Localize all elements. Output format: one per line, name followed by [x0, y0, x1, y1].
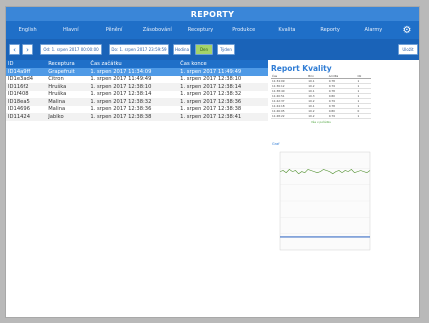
table-row[interactable]: ID116f2 Hruška 1. srpen 2017 12:38:10 1.…: [6, 83, 268, 91]
cell-recipe: Malina: [48, 106, 66, 113]
report-row: 11:48:22 10.2 0.79 1: [271, 113, 371, 119]
day-button[interactable]: Den: [195, 44, 213, 55]
cell-end: 1. srpen 2017 12:38:36: [178, 98, 268, 106]
cell-start: 1. srpen 2017 12:38:10: [88, 83, 179, 91]
report-cell: 10.2: [307, 113, 328, 119]
cell-start: 1. srpen 2017 12:38:32: [88, 98, 179, 106]
table-row[interactable]: ID11424 Jablko 1. srpen 2017 12:38:38 1.…: [6, 113, 268, 121]
cell-recipe: Jablko: [46, 113, 89, 121]
cell-id: ID14a9ff: [6, 68, 47, 76]
table-row[interactable]: ID1e3ad4 Citron 1. srpen 2017 11:49:49 1…: [6, 76, 268, 84]
cell-start: 1. srpen 2017 12:38:36: [90, 106, 152, 113]
batch-grid: ID Receptura Čas začátku Čas konce ID14a…: [6, 60, 268, 121]
col-end-time[interactable]: Čas konce: [178, 60, 268, 68]
col-recipe[interactable]: Receptura: [46, 60, 89, 68]
report-cell: 1: [356, 113, 371, 119]
table-row[interactable]: ID14a9ff Grapefruit 1. srpen 2017 11:34:…: [6, 68, 268, 76]
next-button[interactable]: ›: [22, 44, 33, 55]
date-from-button[interactable]: Od: 1. srpen 2017 00:00:00: [40, 44, 102, 55]
cell-recipe: Hruška: [46, 83, 89, 91]
cell-recipe: Grapefruit: [46, 68, 89, 76]
table-row[interactable]: ID14696 Malina 1. srpen 2017 12:38:36 1.…: [6, 106, 268, 114]
table-row[interactable]: ID1f408 Hruška 1. srpen 2017 12:38:14 1.…: [6, 91, 268, 99]
menu-alarms[interactable]: Alarmy: [352, 27, 395, 33]
hour-button[interactable]: Hodina: [173, 44, 191, 55]
report-status: Vše v pořádku: [311, 120, 331, 124]
cell-recipe: Citron: [48, 76, 64, 83]
content-area: ID Receptura Čas začátku Čas konce ID14a…: [6, 60, 419, 317]
toolbar: ‹ › Od: 1. srpen 2017 00:00:00 Do: 1. sr…: [6, 39, 419, 60]
cell-id: ID1e3ad4: [8, 76, 34, 83]
cell-end: 1. srpen 2017 12:38:14: [178, 83, 268, 91]
cell-id: ID116f2: [6, 83, 47, 91]
app-title: REPORTY: [6, 7, 419, 21]
col-start-time[interactable]: Čas začátku: [88, 60, 179, 68]
menu-language[interactable]: English: [6, 27, 49, 33]
report-title: Report Kvality: [271, 64, 332, 73]
report-table: Čas Brix Acidita Ok 11:34:09 10.1 0.78 1 11…: [271, 74, 371, 119]
cell-end: 1. srpen 2017 12:38:10: [180, 76, 242, 83]
cell-end: 1. srpen 2017 11:49:49: [178, 68, 268, 76]
cell-start: 1. srpen 2017 12:38:14: [90, 91, 152, 98]
chevron-left-icon: ‹: [13, 45, 16, 54]
chart-title: Graf: [272, 142, 280, 146]
main-menu: English Hlavní Pěnění Zásobování Receptu…: [6, 21, 419, 39]
cell-end: 1. srpen 2017 12:38:38: [180, 106, 242, 113]
gear-icon[interactable]: ⚙: [395, 25, 419, 36]
cell-start: 1. srpen 2017 11:34:09: [88, 68, 179, 76]
menu-production[interactable]: Produkce: [222, 27, 265, 33]
cell-id: ID11424: [6, 113, 47, 121]
menu-reports[interactable]: Reporty: [309, 27, 352, 33]
date-to-button[interactable]: Do: 1. srpen 2017 23:59:59: [109, 44, 169, 55]
menu-main[interactable]: Hlavní: [49, 27, 92, 33]
cell-start: 1. srpen 2017 12:38:38: [88, 113, 179, 121]
menu-quality[interactable]: Kvalita: [265, 27, 308, 33]
menu-recipes[interactable]: Receptury: [179, 27, 222, 33]
export-button[interactable]: Uložit: [398, 44, 418, 55]
cell-end: 1. srpen 2017 12:38:32: [180, 91, 242, 98]
cell-recipe: Malina: [46, 98, 89, 106]
quality-report: Report Kvality Čas Brix Acidita Ok 11:34…: [271, 64, 371, 124]
chevron-right-icon: ›: [26, 45, 29, 54]
cell-recipe: Hruška: [48, 91, 67, 98]
trend-chart: [279, 151, 371, 251]
menu-supply[interactable]: Zásobování: [136, 27, 179, 33]
cell-end: 1. srpen 2017 12:38:41: [178, 113, 268, 121]
report-cell: 0.79: [327, 113, 357, 119]
cell-id: ID14696: [8, 106, 31, 113]
report-cell: 11:48:22: [271, 113, 308, 119]
cell-start: 1. srpen 2017 11:49:49: [90, 76, 152, 83]
week-button[interactable]: Týden: [217, 44, 235, 55]
cell-id: ID18ea5: [6, 98, 47, 106]
col-id[interactable]: ID: [6, 60, 47, 68]
table-row[interactable]: ID18ea5 Malina 1. srpen 2017 12:38:32 1.…: [6, 98, 268, 106]
app-window: REPORTY English Hlavní Pěnění Zásobování…: [5, 6, 420, 318]
menu-foaming[interactable]: Pěnění: [92, 27, 135, 33]
cell-id: ID1f408: [8, 91, 29, 98]
prev-button[interactable]: ‹: [9, 44, 20, 55]
